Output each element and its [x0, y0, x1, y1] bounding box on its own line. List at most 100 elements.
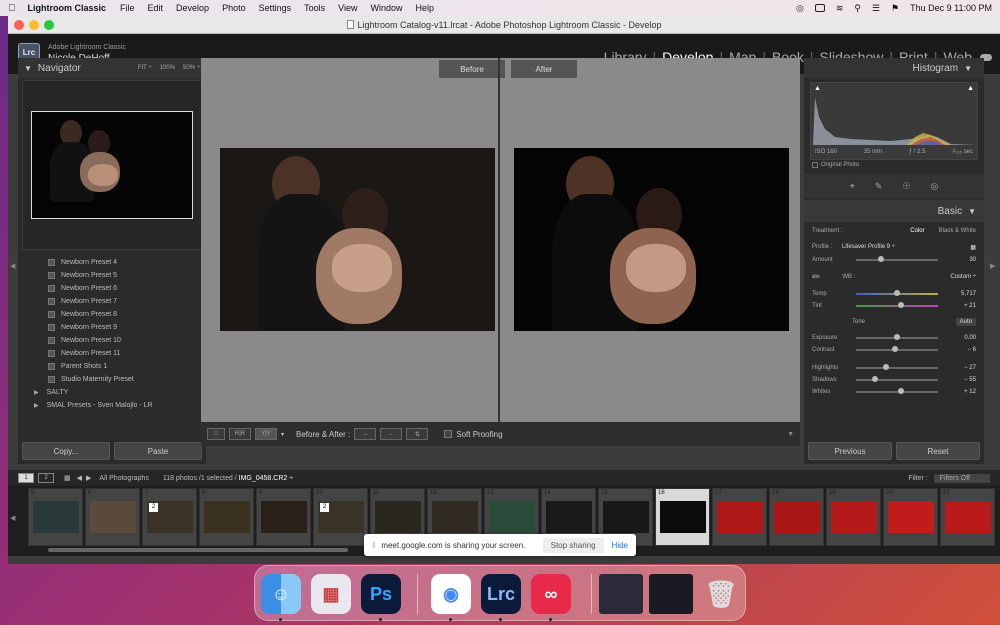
- battery-icon[interactable]: [814, 4, 825, 12]
- profile-dropdown[interactable]: Lifesaver Profile 9 ÷: [842, 244, 895, 250]
- collapse-triangle-icon[interactable]: ▼: [24, 64, 32, 73]
- tint-slider[interactable]: [856, 302, 938, 308]
- drag-handle-icon[interactable]: ‖: [372, 541, 375, 550]
- menu-window[interactable]: Window: [371, 3, 403, 13]
- contrast-value[interactable]: − 6: [967, 347, 976, 353]
- copy-before-to-after-button[interactable]: →: [354, 428, 377, 440]
- treatment-color-option[interactable]: Color: [910, 228, 924, 234]
- previous-button[interactable]: Previous: [808, 442, 892, 460]
- preset-item[interactable]: Newborn Preset 11: [24, 347, 206, 360]
- highlights-slider[interactable]: [856, 364, 938, 370]
- menu-tools[interactable]: Tools: [304, 3, 325, 13]
- menu-app-name[interactable]: Lightroom Classic: [28, 3, 107, 13]
- minimize-window-button[interactable]: [29, 20, 39, 30]
- preset-group-smal[interactable]: ▶ SMAL Presets - Sven Malojlo - LR: [24, 399, 206, 412]
- collapse-triangle-icon[interactable]: ▼: [964, 64, 972, 73]
- expand-arrow-icon[interactable]: ▶: [34, 402, 39, 409]
- finder-icon[interactable]: ☺: [261, 574, 301, 614]
- zoom-50[interactable]: 50% ÷: [183, 65, 200, 71]
- preset-item[interactable]: Newborn Preset 8: [24, 308, 206, 321]
- preset-item[interactable]: Newborn Preset 7: [24, 295, 206, 308]
- left-panel-toggle-icon[interactable]: ◀: [10, 262, 15, 270]
- monitor-1-button[interactable]: 1: [18, 473, 34, 483]
- histogram[interactable]: ▲ ▲ ISO 160 35 mm ƒ / 2.5 ¹⁄₁₂₅ sec: [810, 82, 978, 160]
- tone-auto-button[interactable]: Auto: [955, 318, 976, 326]
- filmstrip-file[interactable]: IMG_0458.CR2 ÷: [239, 475, 293, 482]
- copy-after-to-before-button[interactable]: ←: [380, 428, 403, 440]
- preset-item[interactable]: Newborn Preset 5: [24, 269, 206, 282]
- contrast-slider-knob[interactable]: [892, 346, 899, 352]
- control-center-icon[interactable]: ☰: [872, 3, 880, 14]
- collapse-triangle-icon[interactable]: ▼: [968, 207, 976, 216]
- loupe-view-button[interactable]: □: [207, 428, 225, 440]
- filmstrip-thumb[interactable]: 19: [826, 488, 881, 546]
- amount-slider-knob[interactable]: [877, 256, 884, 262]
- filter-dropdown[interactable]: Filters Off: [933, 473, 990, 483]
- exposure-value[interactable]: 0.00: [964, 335, 976, 341]
- filmstrip-thumb[interactable]: 9: [256, 488, 311, 546]
- menu-clock[interactable]: Thu Dec 9 11:00 PM: [910, 3, 992, 13]
- wifi-icon[interactable]: ≋: [836, 3, 844, 14]
- tint-value[interactable]: + 21: [964, 303, 976, 309]
- photoshop-icon[interactable]: Ps: [361, 574, 401, 614]
- menu-settings[interactable]: Settings: [259, 3, 292, 13]
- minimized-photoshop-window-icon[interactable]: [649, 574, 693, 614]
- preset-item[interactable]: Newborn Preset 6: [24, 282, 206, 295]
- whites-slider-knob[interactable]: [898, 388, 905, 394]
- exposure-slider[interactable]: [856, 334, 938, 340]
- shadows-slider-knob[interactable]: [871, 376, 878, 382]
- launchpad-icon[interactable]: ▦: [311, 574, 351, 614]
- zoom-window-button[interactable]: [44, 20, 54, 30]
- contrast-slider[interactable]: [856, 346, 938, 352]
- preset-item[interactable]: Newborn Preset 9: [24, 321, 206, 334]
- preset-item[interactable]: Studio Maternity Preset: [24, 373, 206, 386]
- healing-tool-icon[interactable]: ✎: [875, 181, 883, 192]
- filmstrip-thumb[interactable]: 8: [199, 488, 254, 546]
- filmstrip-left-icon[interactable]: ◀: [10, 514, 15, 522]
- shadows-value[interactable]: − 55: [964, 377, 976, 383]
- minimized-chrome-window-icon[interactable]: [599, 574, 643, 614]
- whites-slider[interactable]: [856, 388, 938, 394]
- creative-cloud-icon[interactable]: ∞: [531, 574, 571, 614]
- back-arrow-icon[interactable]: ◀: [77, 474, 82, 482]
- crop-tool-icon[interactable]: ⌖: [850, 181, 855, 192]
- filmstrip-thumb[interactable]: 18: [769, 488, 824, 546]
- close-window-button[interactable]: [14, 20, 24, 30]
- eyedropper-icon[interactable]: ✏: [812, 272, 820, 283]
- copy-button[interactable]: Copy...: [22, 442, 110, 460]
- tint-slider-knob[interactable]: [898, 302, 905, 308]
- navigator-header[interactable]: ▼ Navigator FIT ÷ 100% 50% ÷: [18, 58, 206, 78]
- menu-help[interactable]: Help: [416, 3, 435, 13]
- toolbar-menu-icon[interactable]: ▼: [787, 431, 794, 438]
- split-divider[interactable]: [498, 58, 500, 422]
- red-eye-tool-icon[interactable]: ☉: [902, 181, 910, 192]
- after-photo[interactable]: [514, 148, 789, 331]
- wb-dropdown[interactable]: Custom ÷: [950, 274, 976, 280]
- right-panel-toggle-icon[interactable]: ▶: [990, 262, 995, 270]
- lightroom-classic-icon[interactable]: Lrc: [481, 574, 521, 614]
- apple-menu-icon[interactable]: : [8, 3, 16, 14]
- search-icon[interactable]: ⚲: [854, 3, 861, 14]
- compare-view-button[interactable]: R|R: [229, 428, 251, 440]
- hide-banner-button[interactable]: Hide: [612, 541, 628, 550]
- profile-browser-icon[interactable]: ▦: [970, 244, 976, 251]
- chrome-icon[interactable]: ◉: [431, 574, 471, 614]
- paste-button[interactable]: Paste: [114, 442, 202, 460]
- filmstrip-thumb-selected[interactable]: 16: [655, 488, 710, 546]
- filmstrip-source[interactable]: All Photographs: [99, 475, 148, 482]
- temp-slider[interactable]: [856, 290, 938, 296]
- exposure-slider-knob[interactable]: [894, 334, 900, 340]
- preset-item[interactable]: Newborn Preset 4: [24, 256, 206, 269]
- filmstrip-thumb[interactable]: 20: [883, 488, 938, 546]
- monitor-2-button[interactable]: 2: [38, 473, 54, 483]
- view-mode-dropdown-icon[interactable]: ▾: [281, 431, 284, 438]
- swap-before-after-button[interactable]: ⇅: [406, 428, 429, 440]
- menu-photo[interactable]: Photo: [222, 3, 246, 13]
- stop-sharing-button[interactable]: Stop sharing: [542, 537, 604, 553]
- expand-arrow-icon[interactable]: ▶: [34, 389, 39, 396]
- menu-file[interactable]: File: [120, 3, 135, 13]
- menu-view[interactable]: View: [338, 3, 357, 13]
- filmstrip-thumb[interactable]: 21: [940, 488, 995, 546]
- shadows-slider[interactable]: [856, 376, 938, 382]
- temp-value[interactable]: 5,717: [961, 291, 976, 297]
